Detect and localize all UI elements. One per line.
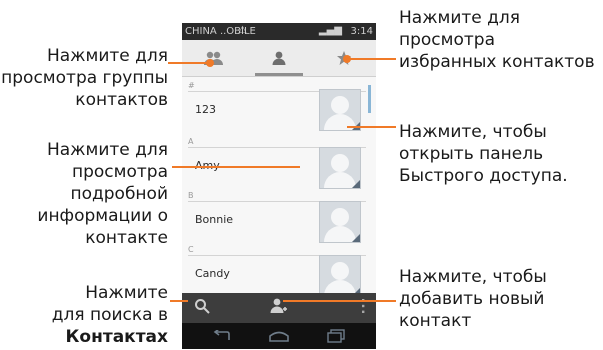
annotation-favorites-line-1: Нажмите для xyxy=(399,8,521,28)
callout-line-search xyxy=(170,300,188,302)
annotation-search-bold: Контактах xyxy=(65,327,168,347)
home-button[interactable] xyxy=(259,323,299,349)
annotation-quick-line-1: Нажмите, чтобы xyxy=(399,122,547,142)
contact-list[interactable]: # 123 A Amy B Bonnie C Candy xyxy=(182,77,376,311)
annotation-quick-access: Нажмите, чтобы открыть панель Быстрого д… xyxy=(399,121,568,187)
contact-name[interactable]: Candy xyxy=(195,267,230,280)
contact-name[interactable]: Bonnie xyxy=(195,213,233,226)
callout-line-add-contact xyxy=(283,300,396,302)
annotation-add-contact: Нажмите, чтобы добавить новый контакт xyxy=(399,266,547,332)
callout-line-favorites xyxy=(346,58,396,60)
annotation-favorites-line-2: просмотра xyxy=(399,30,495,50)
status-bar: CHINA ..OBILE ⚠ ▂▄▆ 3:14 xyxy=(182,23,376,40)
callout-line-details xyxy=(172,166,300,168)
contact-name[interactable]: 123 xyxy=(195,103,216,116)
contact-photo-quick-contact[interactable] xyxy=(319,201,361,243)
action-bar xyxy=(182,293,376,323)
warning-icon: ⚠ xyxy=(238,25,247,36)
annotation-details-line-1: Нажмите для xyxy=(46,140,168,160)
annotation-quick-line-2: открыть панель xyxy=(399,144,544,164)
overflow-menu-button[interactable] xyxy=(350,293,376,319)
callout-line-groups xyxy=(168,62,210,64)
contact-photo-quick-contact[interactable] xyxy=(319,89,361,131)
list-scrollbar[interactable] xyxy=(368,85,371,113)
callout-dot-favorites xyxy=(343,55,351,63)
annotation-search-line-1: Нажмите xyxy=(85,283,168,303)
annotation-quick-line-3: Быстрого доступа. xyxy=(399,166,568,186)
callout-dot-groups xyxy=(206,59,214,67)
annotation-groups-line-1: Нажмите для xyxy=(46,46,168,66)
contact-photo-quick-contact[interactable] xyxy=(319,255,361,297)
signal-icon: ▂▄▆ xyxy=(318,25,342,36)
annotation-groups: Нажмите для просмотра группы контактов xyxy=(1,45,168,111)
contact-photo-quick-contact[interactable] xyxy=(319,147,361,189)
annotation-add-line-1: Нажмите, чтобы xyxy=(399,267,547,287)
annotation-search-line-2: для поиска в xyxy=(51,305,168,325)
annotation-groups-line-3: контактов xyxy=(75,90,168,110)
annotation-details-line-5: контакте xyxy=(85,228,168,248)
annotation-add-line-3: контакт xyxy=(399,311,472,331)
search-icon xyxy=(195,299,210,314)
annotation-search: Нажмите для поиска в Контактах xyxy=(52,282,168,348)
back-icon xyxy=(213,330,230,340)
annotation-groups-line-2: просмотра группы xyxy=(1,68,168,88)
annotation-add-line-2: добавить новый xyxy=(399,289,545,309)
annotation-favorites: Нажмите для просмотра избранных контакто… xyxy=(399,7,595,73)
home-icon xyxy=(269,331,289,342)
annotation-favorites-line-3: избранных контактов xyxy=(399,52,595,72)
recent-apps-icon xyxy=(327,329,345,343)
system-nav-bar xyxy=(182,323,376,349)
annotation-details-line-3: подробной xyxy=(70,184,168,204)
recent-apps-button[interactable] xyxy=(316,323,356,349)
annotation-details: Нажмите для просмотра подробной информац… xyxy=(37,139,168,249)
callout-line-quick-access xyxy=(347,126,396,128)
contact-icon xyxy=(272,51,286,65)
search-button[interactable] xyxy=(182,293,222,319)
tab-all-contacts[interactable] xyxy=(247,40,311,76)
annotation-details-line-4: информации о xyxy=(37,206,168,226)
annotation-details-line-2: просмотра xyxy=(72,162,168,182)
tab-groups[interactable] xyxy=(182,40,246,76)
add-contact-button[interactable] xyxy=(262,293,296,319)
back-button[interactable] xyxy=(202,323,242,349)
annotation-search-line-3: Контактах xyxy=(52,326,168,348)
clock: 3:14 xyxy=(350,26,373,37)
